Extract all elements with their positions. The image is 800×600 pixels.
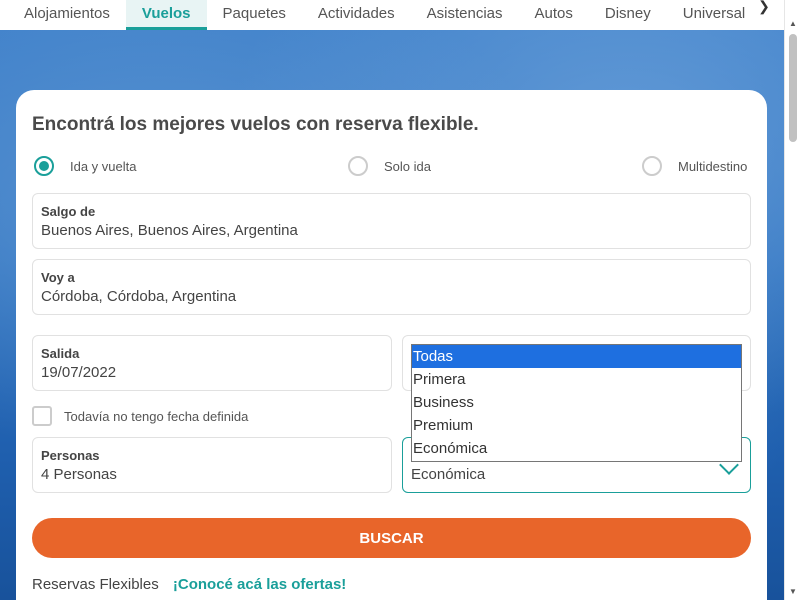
passengers-label: Personas (41, 448, 100, 463)
dropdown-option-todas[interactable]: Todas (412, 345, 741, 368)
scrollbar[interactable]: ▲ ▼ (784, 0, 800, 600)
tab-asistencias[interactable]: Asistencias (411, 0, 519, 30)
cabin-class-dropdown[interactable]: Todas Primera Business Premium Económica (411, 344, 742, 462)
passengers-value[interactable]: 4 Personas (41, 466, 117, 483)
radio-one-way[interactable]: Solo ida (348, 156, 431, 176)
origin-label: Salgo de (41, 204, 96, 219)
tab-disney[interactable]: Disney (589, 0, 667, 30)
radio-circle[interactable] (348, 156, 368, 176)
flexible-bookings-text: Reservas Flexibles (32, 576, 159, 593)
no-date-checkbox-row[interactable]: Todavía no tengo fecha definida (32, 406, 248, 426)
destination-field[interactable]: Voy a Córdoba, Córdoba, Argentina (32, 259, 751, 315)
tab-autos[interactable]: Autos (519, 0, 589, 30)
radio-label: Multidestino (678, 158, 748, 174)
chevron-right-icon[interactable]: ❯ (752, 0, 776, 14)
departure-field[interactable]: Salida 19/07/2022 (32, 335, 392, 391)
departure-label: Salida (41, 346, 80, 361)
tab-alojamientos[interactable]: Alojamientos (0, 0, 126, 30)
tab-vuelos[interactable]: Vuelos (125, 0, 207, 30)
dropdown-option-premium[interactable]: Premium (412, 414, 741, 437)
radio-multi-destination[interactable]: Multidestino (642, 156, 747, 176)
top-nav: Alojamientos Vuelos Paquetes Actividades… (0, 0, 784, 30)
tab-actividades[interactable]: Actividades (302, 0, 411, 30)
passengers-field[interactable]: Personas 4 Personas (32, 437, 392, 493)
flight-search-card: Encontrá los mejores vuelos con reserva … (16, 90, 767, 600)
destination-label: Voy a (41, 270, 75, 285)
scroll-down-icon[interactable]: ▼ (785, 584, 800, 600)
departure-value[interactable]: 19/07/2022 (41, 364, 116, 381)
dropdown-option-primera[interactable]: Primera (412, 368, 741, 391)
dropdown-option-economica[interactable]: Económica (412, 437, 741, 460)
destination-value[interactable]: Córdoba, Córdoba, Argentina (41, 288, 236, 305)
tab-universal[interactable]: Universal (667, 0, 762, 30)
radio-round-trip[interactable]: Ida y vuelta (34, 156, 137, 176)
origin-value[interactable]: Buenos Aires, Buenos Aires, Argentina (41, 222, 298, 239)
radio-circle[interactable] (34, 156, 54, 176)
scroll-thumb[interactable] (789, 34, 797, 142)
page-title: Encontrá los mejores vuelos con reserva … (32, 114, 479, 135)
dropdown-option-business[interactable]: Business (412, 391, 741, 414)
radio-label: Ida y vuelta (70, 158, 137, 174)
no-date-label: Todavía no tengo fecha definida (64, 408, 249, 424)
radio-circle[interactable] (642, 156, 662, 176)
scroll-up-icon[interactable]: ▲ (785, 16, 800, 32)
origin-field[interactable]: Salgo de Buenos Aires, Buenos Aires, Arg… (32, 193, 751, 249)
no-date-checkbox[interactable] (32, 406, 52, 426)
cabin-class-value: Económica (411, 466, 486, 483)
search-button[interactable]: BUSCAR (32, 518, 751, 558)
tab-paquetes[interactable]: Paquetes (207, 0, 302, 30)
radio-label: Solo ida (384, 158, 431, 174)
flexible-bookings-row: Reservas Flexibles ¡Conocé acá las ofert… (32, 576, 346, 593)
offers-link[interactable]: ¡Conocé acá las ofertas! (173, 576, 346, 593)
